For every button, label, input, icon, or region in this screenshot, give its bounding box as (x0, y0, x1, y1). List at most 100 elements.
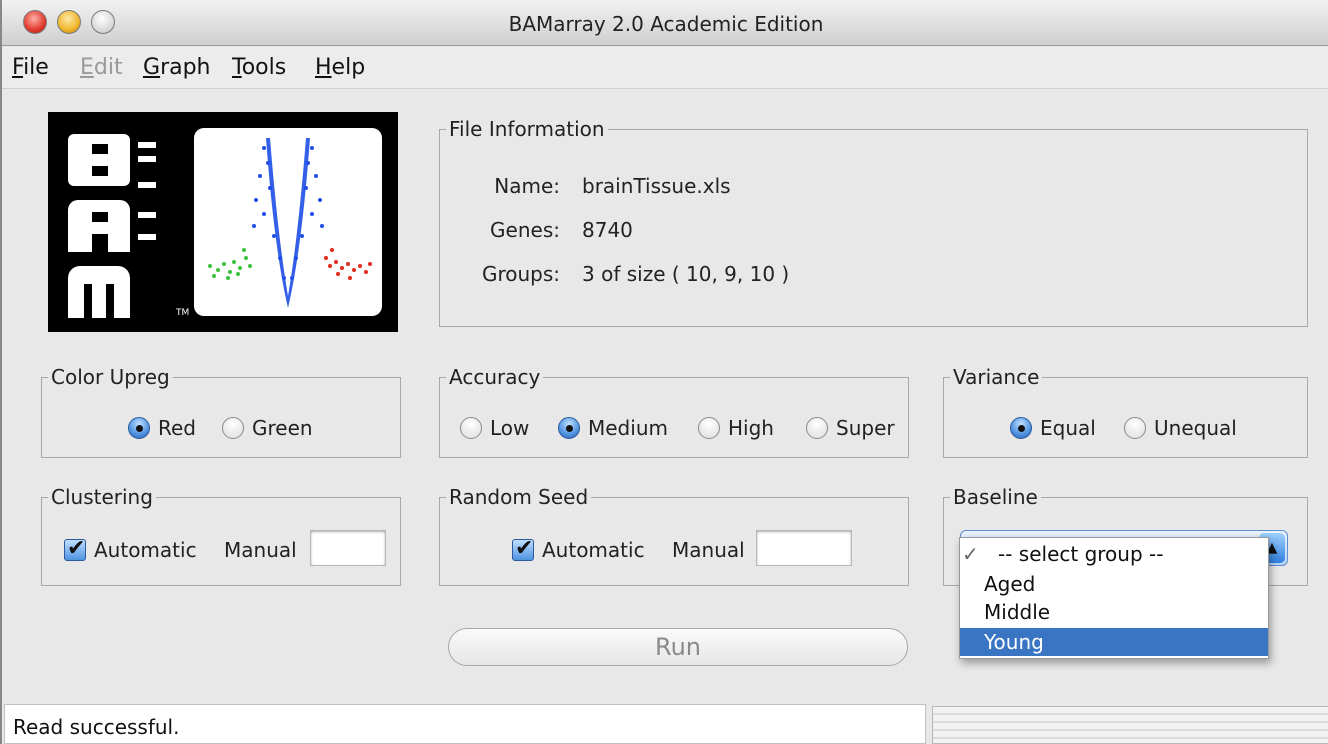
color-red-radio[interactable]: Red (128, 416, 196, 440)
baseline-option-select-group[interactable]: ✓ -- select group -- (960, 540, 1268, 568)
run-button[interactable]: Run (448, 628, 908, 666)
radio-selected-icon (128, 417, 150, 439)
radio-unselected-icon (1124, 417, 1146, 439)
genes-label: Genes: (490, 218, 560, 242)
color-upreg-group: Color Upreg Red Green (41, 365, 401, 458)
logo-b-hole-1 (92, 144, 108, 154)
file-name-label: Name: (494, 174, 560, 198)
menu-edit-label: dit (93, 55, 123, 80)
color-red-label: Red (158, 416, 196, 440)
accuracy-medium-label: Medium (588, 416, 668, 440)
baseline-title: Baseline (950, 485, 1041, 509)
baseline-option-middle[interactable]: Middle (960, 598, 1268, 626)
radio-unselected-icon (460, 417, 482, 439)
checkbox-checked-icon (64, 536, 86, 561)
menu-graph[interactable]: Graph (143, 55, 211, 80)
random-seed-title: Random Seed (446, 485, 592, 509)
menu-file[interactable]: File (12, 55, 49, 80)
variance-equal-radio[interactable]: Equal (1010, 416, 1096, 440)
baseline-dropdown-list: ✓ -- select group -- Aged Middle Young (959, 537, 1269, 659)
clustering-group: Clustering Automatic Manual (41, 485, 401, 586)
radio-unselected-icon (222, 417, 244, 439)
menu-graph-label: raph (160, 55, 211, 80)
logo-letter-m (68, 266, 130, 318)
menu-tools[interactable]: Tools (232, 55, 286, 80)
variance-equal-label: Equal (1040, 416, 1096, 440)
logo-b-hole-2 (92, 166, 108, 176)
radio-selected-icon (558, 417, 580, 439)
status-message: Read successful. (13, 715, 180, 739)
logo-array-stroke (138, 156, 156, 162)
menu-tools-label: ools (241, 55, 287, 80)
menu-help-label: elp (331, 55, 366, 80)
clustering-automatic-checkbox[interactable]: Automatic (64, 536, 197, 562)
menu-graph-mnemonic: G (143, 55, 161, 80)
variance-group: Variance Equal Unequal (943, 365, 1308, 458)
random-seed-automatic-checkbox[interactable]: Automatic (512, 536, 645, 562)
accuracy-high-radio[interactable]: High (698, 416, 774, 440)
baseline-option-aged[interactable]: Aged (960, 570, 1268, 598)
random-seed-manual-input[interactable] (756, 530, 852, 566)
clustering-title: Clustering (48, 485, 156, 509)
color-upreg-title: Color Upreg (48, 365, 173, 389)
logo-m-gap-2 (106, 284, 114, 318)
variance-unequal-radio[interactable]: Unequal (1124, 416, 1237, 440)
menu-file-mnemonic: F (12, 55, 24, 80)
baseline-option-young[interactable]: Young (960, 628, 1268, 656)
radio-selected-icon (1010, 417, 1032, 439)
logo-letter-b (68, 134, 130, 186)
accuracy-high-label: High (728, 416, 774, 440)
logo-m-gap-1 (84, 284, 92, 318)
menu-edit-mnemonic: E (80, 55, 94, 80)
clustering-manual-label: Manual (224, 538, 297, 562)
logo-array-stroke (138, 212, 156, 218)
title-bar: BAMarray 2.0 Academic Edition (2, 0, 1328, 46)
status-bar: Read successful. (4, 704, 926, 744)
logo-array-stroke (138, 234, 156, 240)
logo-a-hole (92, 212, 108, 222)
groups-value: 3 of size ( 10, 9, 10 ) (582, 262, 790, 286)
radio-unselected-icon (698, 417, 720, 439)
random-seed-automatic-label: Automatic (542, 538, 645, 562)
random-seed-manual-label: Manual (672, 538, 745, 562)
accuracy-super-label: Super (836, 416, 895, 440)
variance-unequal-label: Unequal (1154, 416, 1237, 440)
menu-file-label: ile (23, 55, 49, 80)
progress-area (932, 706, 1328, 744)
menu-edit[interactable]: Edit (80, 55, 123, 80)
accuracy-title: Accuracy (446, 365, 544, 389)
clustering-automatic-label: Automatic (94, 538, 197, 562)
bam-logo: TM (48, 112, 398, 332)
checkmark-icon: ✓ (962, 542, 979, 566)
genes-value: 8740 (582, 218, 633, 242)
random-seed-group: Random Seed Automatic Manual (439, 485, 909, 586)
file-information-group: File Information Name: brainTissue.xls G… (439, 117, 1308, 327)
variance-title: Variance (950, 365, 1043, 389)
groups-label: Groups: (481, 262, 560, 286)
menu-bar: File Edit Graph Tools Help (2, 47, 1328, 89)
accuracy-low-radio[interactable]: Low (460, 416, 529, 440)
logo-array-stroke (138, 182, 156, 188)
menu-help-mnemonic: H (315, 55, 332, 80)
logo-volcano-plot (194, 128, 382, 316)
trademark-mark: TM (176, 308, 190, 318)
accuracy-medium-radio[interactable]: Medium (558, 416, 668, 440)
accuracy-super-radio[interactable]: Super (806, 416, 895, 440)
clustering-manual-input[interactable] (310, 530, 386, 566)
file-name-value: brainTissue.xls (582, 174, 731, 198)
radio-unselected-icon (806, 417, 828, 439)
file-information-title: File Information (446, 117, 608, 141)
color-green-label: Green (252, 416, 313, 440)
color-green-radio[interactable]: Green (222, 416, 313, 440)
accuracy-group: Accuracy Low Medium High Super (439, 365, 909, 458)
menu-tools-mnemonic: T (232, 55, 242, 80)
volcano-plot-graphic (208, 138, 372, 308)
logo-a-notch (92, 234, 108, 252)
accuracy-low-label: Low (490, 416, 530, 440)
app-window: BAMarray 2.0 Academic Edition File Edit … (0, 0, 1328, 744)
window-title: BAMarray 2.0 Academic Edition (508, 12, 824, 36)
menu-help[interactable]: Help (315, 55, 365, 80)
checkbox-checked-icon (512, 536, 534, 561)
logo-array-stroke (138, 142, 156, 148)
baseline-option-label: -- select group -- (998, 542, 1164, 566)
